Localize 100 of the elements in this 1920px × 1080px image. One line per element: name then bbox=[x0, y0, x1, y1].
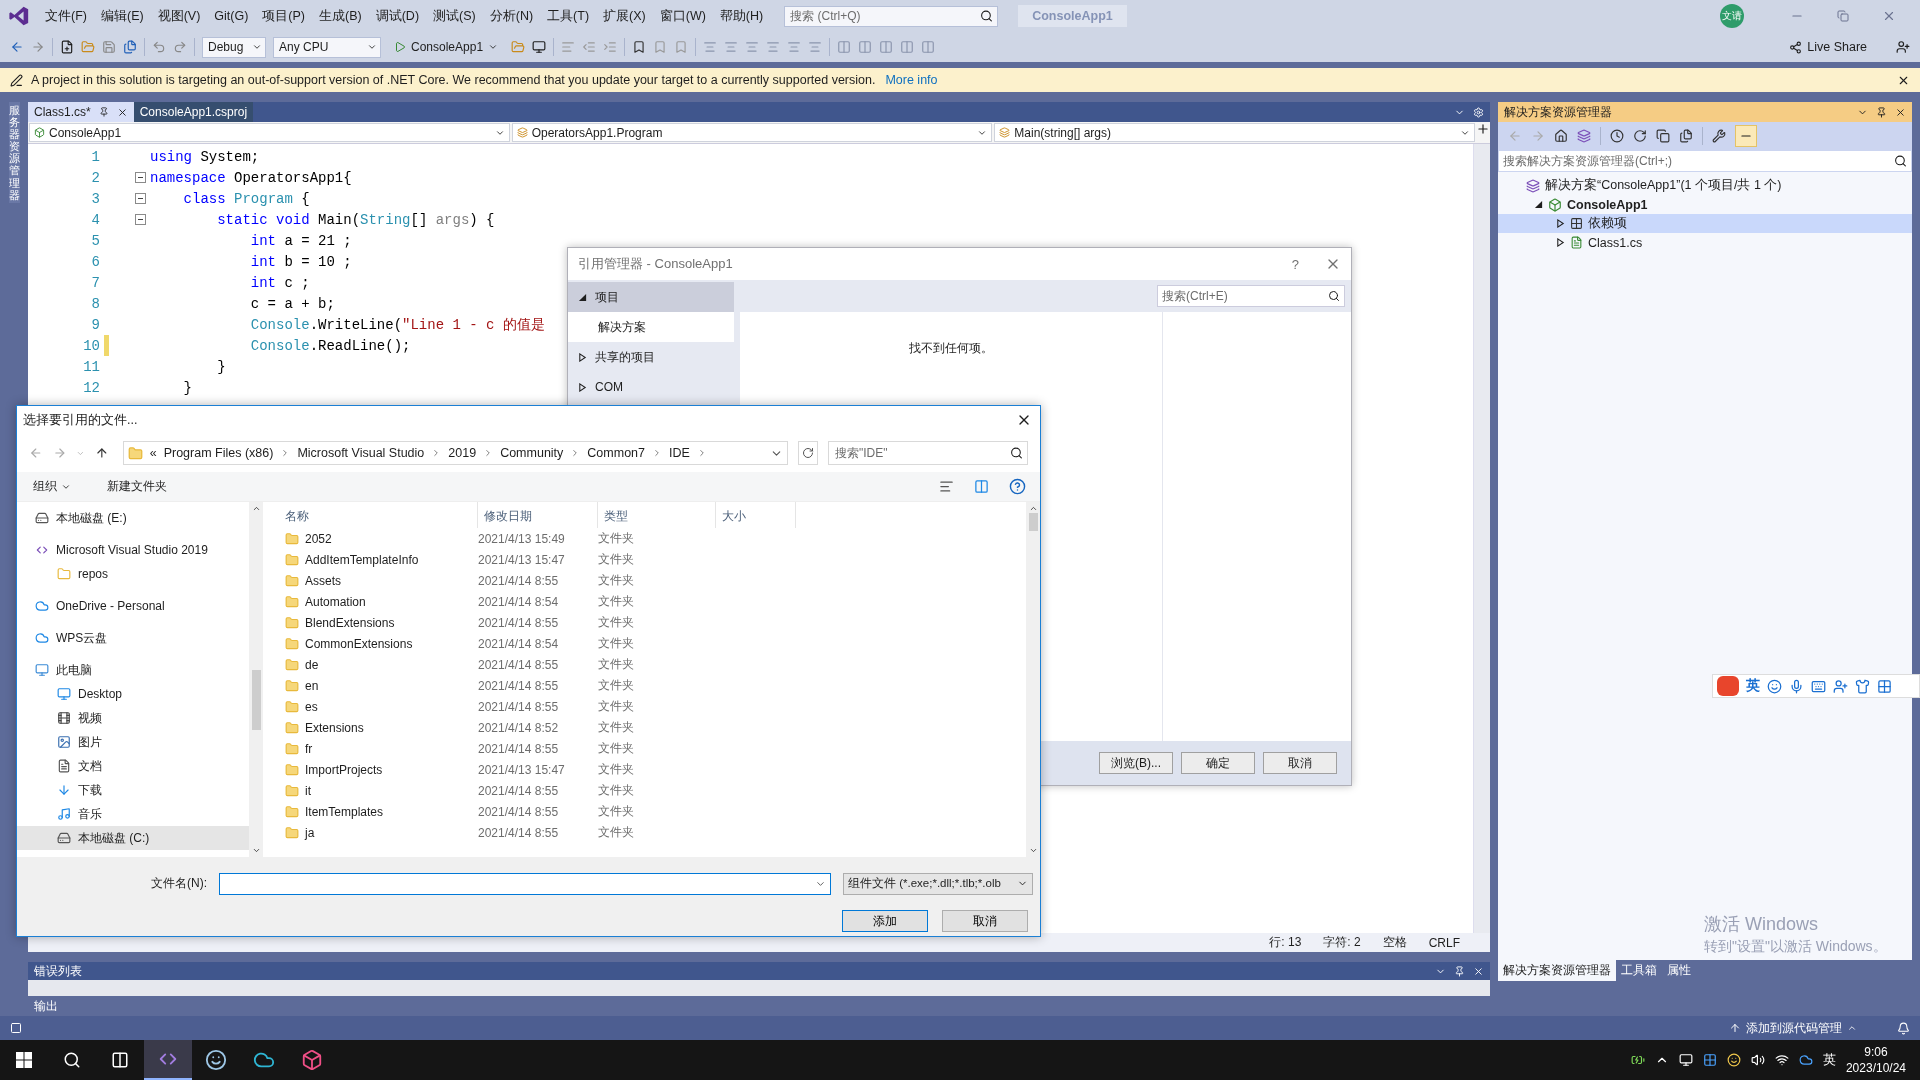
close-icon[interactable] bbox=[1895, 106, 1906, 118]
collapse-icon[interactable] bbox=[134, 214, 146, 225]
scroll-up-icon[interactable] bbox=[251, 504, 261, 513]
new-folder-button[interactable]: 新建文件夹 bbox=[101, 477, 173, 496]
search-icon[interactable] bbox=[1894, 154, 1907, 168]
column-header[interactable]: 名称 bbox=[265, 502, 478, 528]
panel-tab[interactable]: 输出 bbox=[34, 997, 58, 1015]
navigation-item[interactable]: 图片 bbox=[17, 730, 249, 754]
file-name[interactable]: ja bbox=[305, 825, 315, 840]
menu-item[interactable]: 调试(D) bbox=[368, 4, 427, 28]
collapse-all-icon[interactable] bbox=[1656, 129, 1670, 143]
task-view-icon[interactable] bbox=[111, 1051, 129, 1069]
navigation-item[interactable]: WPS云盘 bbox=[17, 626, 249, 650]
view-options-icon[interactable] bbox=[939, 479, 954, 494]
home-icon[interactable] bbox=[1554, 129, 1568, 143]
dialog-button[interactable]: 添加 bbox=[842, 910, 928, 933]
navigation-item[interactable]: Microsoft Visual Studio 2019 bbox=[17, 538, 249, 562]
microphone-icon[interactable] bbox=[1789, 678, 1804, 694]
menu-item[interactable]: 项目(P) bbox=[255, 4, 312, 28]
search-icon[interactable] bbox=[63, 1051, 81, 1069]
search-field[interactable]: 搜索解决方案资源管理器(Ctrl+;) bbox=[1498, 150, 1912, 172]
tree-item[interactable]: Class1.cs bbox=[1498, 233, 1912, 252]
menu-item[interactable]: 分析(N) bbox=[482, 4, 541, 28]
collapse-icon[interactable] bbox=[578, 292, 587, 302]
file-name[interactable]: ImportProjects bbox=[305, 762, 383, 777]
menu-item[interactable]: 测试(S) bbox=[426, 4, 483, 28]
file-name[interactable]: ItemTemplates bbox=[305, 804, 384, 819]
category-item[interactable]: 共享的项目 bbox=[568, 342, 734, 372]
shirt-icon[interactable] bbox=[1855, 678, 1870, 694]
new-item-icon[interactable] bbox=[60, 40, 74, 54]
network-icon[interactable] bbox=[1774, 1053, 1789, 1067]
scrollbar[interactable] bbox=[249, 502, 263, 857]
navigation-dropdown[interactable]: OperatorsApp1.Program bbox=[511, 123, 993, 142]
navigation-item[interactable]: 此电脑 bbox=[17, 658, 249, 682]
refresh-button[interactable] bbox=[798, 441, 818, 465]
menu-item[interactable]: 工具(T) bbox=[540, 4, 597, 28]
dialog-button[interactable]: 确定 bbox=[1181, 752, 1255, 774]
search-icon[interactable] bbox=[1328, 290, 1340, 302]
navigation-item[interactable]: 本地磁盘 (E:) bbox=[17, 506, 249, 530]
navigation-dropdown[interactable]: ConsoleApp1 bbox=[29, 123, 510, 142]
collapse-icon[interactable] bbox=[134, 193, 146, 204]
menu-item[interactable]: 生成(B) bbox=[312, 4, 369, 28]
show-files-icon[interactable] bbox=[1679, 129, 1693, 143]
menu-item[interactable]: 视图(V) bbox=[150, 4, 208, 28]
up-icon[interactable] bbox=[95, 446, 109, 460]
menu-item[interactable]: 扩展(X) bbox=[596, 4, 653, 28]
app-icon[interactable] bbox=[301, 1049, 323, 1071]
tree-item[interactable]: 解决方案“ConsoleApp1”(1 个项目/共 1 个) bbox=[1498, 176, 1912, 195]
search-icon[interactable] bbox=[980, 9, 994, 23]
navigation-item[interactable]: 本地磁盘 (C:) bbox=[17, 826, 249, 850]
solution-icon[interactable] bbox=[1577, 129, 1591, 143]
tree-item[interactable]: 依赖项 bbox=[1498, 214, 1912, 233]
bookmark-icon[interactable] bbox=[632, 40, 647, 54]
back-icon[interactable] bbox=[10, 40, 24, 54]
input-mode[interactable]: 英 bbox=[1746, 677, 1760, 695]
volume-icon[interactable] bbox=[1750, 1053, 1765, 1067]
file-name[interactable]: CommonExtensions bbox=[305, 636, 413, 651]
panel-tab[interactable]: 解决方案资源管理器 bbox=[1498, 959, 1616, 981]
settings-icon[interactable] bbox=[1473, 106, 1484, 118]
menu-item[interactable]: 文件(F) bbox=[38, 4, 94, 28]
file-name[interactable]: 2052 bbox=[305, 531, 332, 546]
scroll-thumb[interactable] bbox=[251, 669, 261, 730]
address-bar[interactable]: « Program Files (x86) Microsoft Visual Studio 2019 Community Common7 IDE bbox=[122, 441, 789, 465]
close-icon[interactable] bbox=[116, 106, 128, 118]
pin-icon[interactable] bbox=[98, 107, 109, 117]
configuration-dropdown[interactable]: Debug bbox=[202, 36, 266, 58]
file-name[interactable]: BlendExtensions bbox=[305, 615, 395, 630]
input-method-logo[interactable] bbox=[1717, 676, 1739, 696]
navigation-item[interactable]: Desktop bbox=[17, 682, 249, 706]
column-header[interactable]: 类型 bbox=[598, 502, 716, 528]
close-icon[interactable] bbox=[1473, 965, 1484, 977]
scroll-thumb[interactable] bbox=[1028, 513, 1038, 531]
person-icon[interactable] bbox=[1896, 40, 1910, 54]
preview-pane-icon[interactable] bbox=[974, 479, 989, 494]
more-info-link[interactable]: More info bbox=[885, 73, 938, 87]
user-icon[interactable] bbox=[1833, 678, 1848, 694]
dialog-button[interactable]: 取消 bbox=[942, 910, 1028, 933]
expand-icon[interactable] bbox=[1556, 238, 1565, 247]
preview-toggle[interactable] bbox=[1735, 125, 1757, 147]
category-item[interactable]: 解决方案 bbox=[568, 312, 734, 342]
vertical-scrollbar[interactable] bbox=[1473, 144, 1490, 933]
menu-item[interactable]: 窗口(W) bbox=[652, 4, 713, 28]
panel-tab[interactable]: 工具箱 bbox=[1616, 959, 1662, 981]
search-field[interactable]: 搜索"IDE" bbox=[828, 441, 1028, 465]
file-name[interactable]: es bbox=[305, 699, 318, 714]
file-name[interactable]: Extensions bbox=[305, 720, 364, 735]
menu-item[interactable]: Git(G) bbox=[207, 6, 256, 26]
dialog-button[interactable]: 浏览(B)... bbox=[1099, 752, 1173, 774]
menu-item[interactable]: 帮助(H) bbox=[712, 4, 771, 28]
input-method-indicator[interactable]: 英 bbox=[1822, 1051, 1836, 1069]
help-button[interactable]: ? bbox=[1279, 256, 1311, 272]
file-name[interactable]: en bbox=[305, 678, 319, 693]
navigation-item[interactable]: 文档 bbox=[17, 754, 249, 778]
file-name[interactable]: Assets bbox=[305, 573, 341, 588]
filter-dropdown[interactable]: 组件文件 (*.exe;*.dll;*.tlb;*.olb bbox=[843, 872, 1033, 895]
save-all-icon[interactable] bbox=[123, 40, 137, 54]
split-icon[interactable] bbox=[1476, 122, 1490, 136]
file-name[interactable]: it bbox=[305, 783, 311, 798]
search-field[interactable]: 搜索(Ctrl+E) bbox=[1157, 285, 1345, 307]
source-control-button[interactable]: 添加到源代码管理 bbox=[1729, 1019, 1857, 1037]
